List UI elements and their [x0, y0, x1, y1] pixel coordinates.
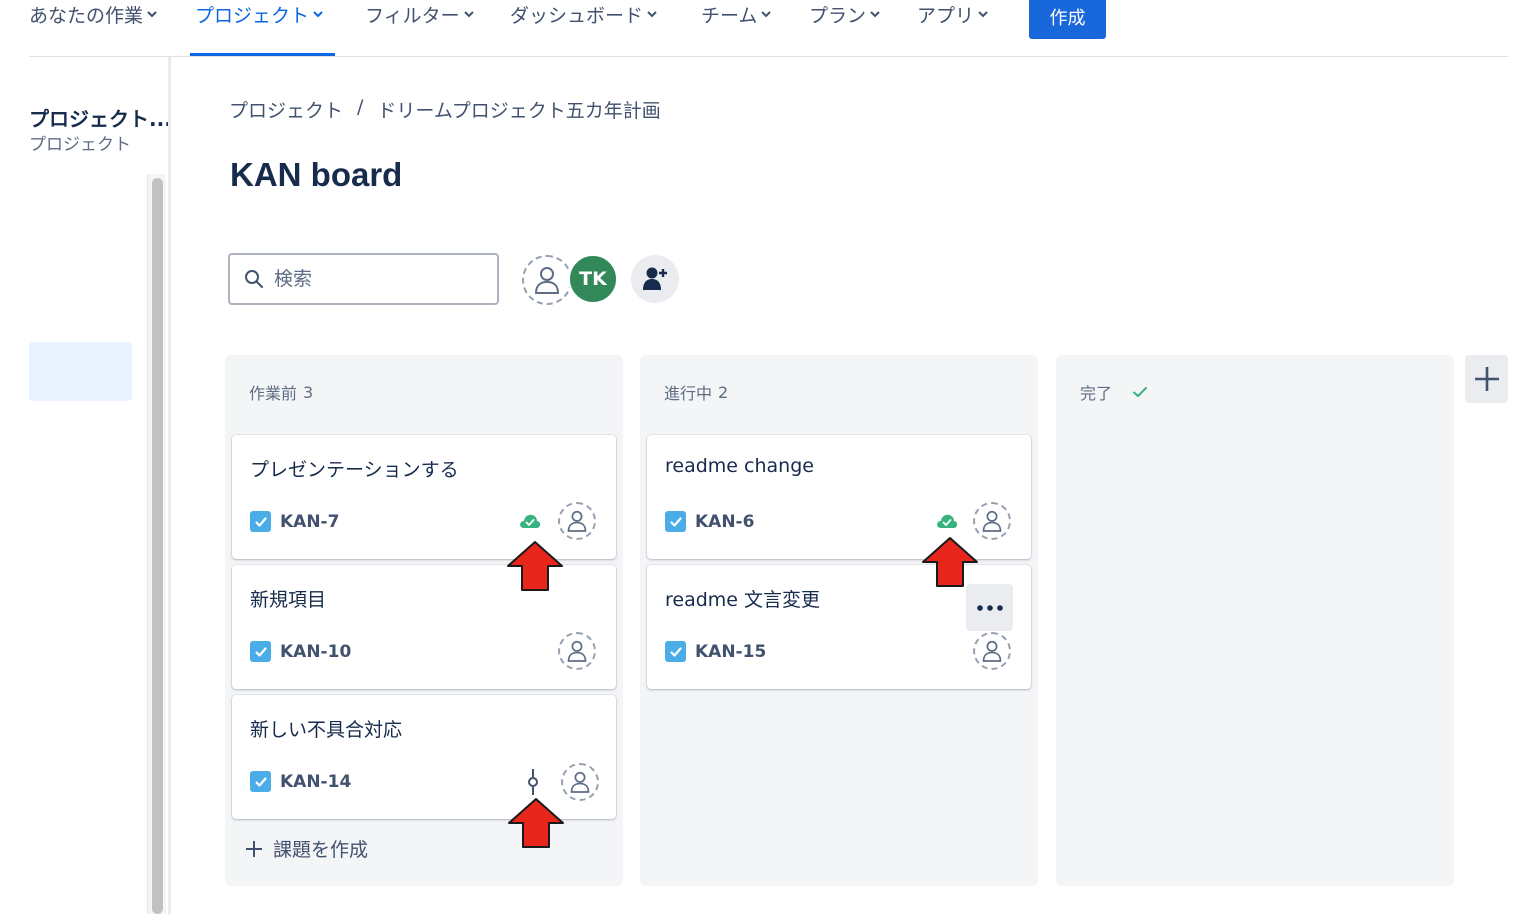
breadcrumb: プロジェクト / ドリームプロジェクト五カ年計画 — [229, 96, 661, 123]
cloud-check-icon[interactable] — [936, 511, 958, 531]
person-icon — [570, 771, 590, 793]
column-title: 完了 — [1080, 384, 1113, 403]
sidebar-project-name[interactable]: プロジェクト... — [29, 103, 172, 132]
nav-projects-label: プロジェクト — [195, 4, 310, 27]
card-summary: プレゼンテーションする — [250, 459, 459, 481]
person-icon — [567, 510, 587, 532]
avatar-initials: TK — [579, 268, 607, 290]
create-issue-button[interactable]: 課題を作成 — [245, 835, 368, 862]
card-key: KAN-10 — [250, 641, 351, 662]
card-key: KAN-15 — [665, 641, 766, 662]
sidebar-item-board[interactable] — [29, 342, 132, 401]
nav-teams-label: チーム — [701, 4, 758, 27]
chevron-down-icon — [761, 11, 772, 18]
issue-key: KAN-6 — [695, 511, 755, 532]
chevron-down-icon — [870, 11, 880, 18]
page-title: KAN board — [230, 156, 403, 193]
commit-icon[interactable] — [522, 769, 544, 795]
top-navigation: あなたの作業 プロジェクト フィルター ダッシュボード チーム プラン アプリ … — [29, 0, 1508, 57]
breadcrumb-separator: / — [357, 96, 364, 118]
nav-dashboards[interactable]: ダッシュボード — [510, 0, 657, 34]
issue-key: KAN-14 — [280, 771, 352, 792]
assignee-avatar[interactable] — [973, 502, 1011, 540]
nav-apps[interactable]: アプリ — [917, 0, 988, 34]
add-column-button[interactable] — [1465, 355, 1508, 403]
chevron-down-icon — [463, 11, 474, 18]
column-header: 作業前 3 — [249, 380, 313, 404]
person-icon — [982, 510, 1002, 532]
person-icon — [534, 267, 560, 294]
search-icon — [245, 270, 263, 288]
column-title: 進行中 — [664, 384, 713, 403]
search-box[interactable] — [228, 253, 499, 305]
card-key: KAN-14 — [250, 771, 351, 792]
breadcrumb-project[interactable]: ドリームプロジェクト五カ年計画 — [377, 96, 660, 123]
assignee-avatar[interactable] — [558, 502, 596, 540]
column-header: 進行中 2 — [664, 380, 728, 404]
sidebar-scrollbar-thumb[interactable] — [152, 178, 163, 914]
task-checkbox-icon — [250, 771, 271, 792]
nav-filters-label: フィルター — [365, 4, 460, 27]
add-people-button[interactable] — [631, 255, 679, 303]
column-title: 作業前 — [249, 384, 298, 403]
plus-icon — [1474, 367, 1499, 391]
nav-active-indicator — [190, 53, 335, 56]
person-icon — [567, 640, 587, 662]
more-horizontal-icon — [976, 604, 1003, 611]
unassigned-filter-avatar[interactable] — [522, 255, 572, 305]
card-summary: 新しい不具合対応 — [250, 719, 403, 741]
column-done: 完了 — [1056, 355, 1454, 886]
card-summary: 新規項目 — [250, 589, 327, 611]
nav-teams[interactable]: チーム — [701, 0, 772, 34]
nav-plans[interactable]: プラン — [809, 0, 880, 34]
annotation-arrow-icon — [922, 537, 978, 587]
avatar-tk[interactable]: TK — [568, 254, 618, 304]
nav-dashboards-label: ダッシュボード — [510, 4, 644, 27]
card-summary: readme 文言変更 — [665, 589, 821, 611]
create-button[interactable]: 作成 — [1029, 0, 1106, 39]
person-icon — [982, 640, 1002, 662]
issue-key: KAN-15 — [695, 641, 767, 662]
chevron-down-icon — [313, 11, 323, 18]
nav-filters[interactable]: フィルター — [365, 0, 474, 34]
column-header: 完了 — [1080, 380, 1148, 404]
card-summary: readme change — [665, 455, 814, 477]
issue-key: KAN-7 — [280, 511, 340, 532]
cloud-check-icon[interactable] — [519, 511, 541, 531]
column-in-progress: 進行中 2 readme change KAN-6 readme 文言変更 KA… — [640, 355, 1038, 886]
task-checkbox-icon — [665, 511, 686, 532]
task-checkbox-icon — [250, 641, 271, 662]
card-key: KAN-7 — [250, 511, 339, 532]
chevron-down-icon — [147, 11, 157, 18]
annotation-arrow-icon — [508, 798, 564, 848]
plus-icon — [246, 840, 262, 857]
column-count: 3 — [303, 382, 314, 402]
task-checkbox-icon — [250, 511, 271, 532]
nav-apps-label: アプリ — [917, 4, 975, 27]
sidebar-project-type: プロジェクト — [29, 135, 131, 155]
assignee-avatar[interactable] — [973, 632, 1011, 670]
chevron-down-icon — [978, 11, 988, 18]
check-icon — [1133, 387, 1148, 397]
add-person-icon — [643, 267, 667, 290]
breadcrumb-projects[interactable]: プロジェクト — [229, 96, 343, 123]
annotation-arrow-icon — [507, 541, 563, 591]
sidebar-resize-handle[interactable] — [168, 57, 171, 914]
create-issue-label: 課題を作成 — [273, 839, 369, 861]
nav-plans-label: プラン — [809, 4, 867, 27]
chevron-down-icon — [647, 11, 657, 18]
assignee-avatar[interactable] — [558, 632, 596, 670]
nav-your-work-label: あなたの作業 — [29, 4, 144, 27]
issue-key: KAN-10 — [280, 641, 352, 662]
nav-projects[interactable]: プロジェクト — [195, 0, 323, 34]
assignee-avatar[interactable] — [561, 763, 599, 801]
nav-your-work[interactable]: あなたの作業 — [29, 0, 157, 34]
column-count: 2 — [718, 382, 729, 402]
search-input[interactable] — [274, 268, 474, 290]
card-key: KAN-6 — [665, 511, 754, 532]
create-button-label: 作成 — [1049, 7, 1086, 29]
task-checkbox-icon — [665, 641, 686, 662]
card-more-actions-button[interactable] — [966, 584, 1013, 631]
